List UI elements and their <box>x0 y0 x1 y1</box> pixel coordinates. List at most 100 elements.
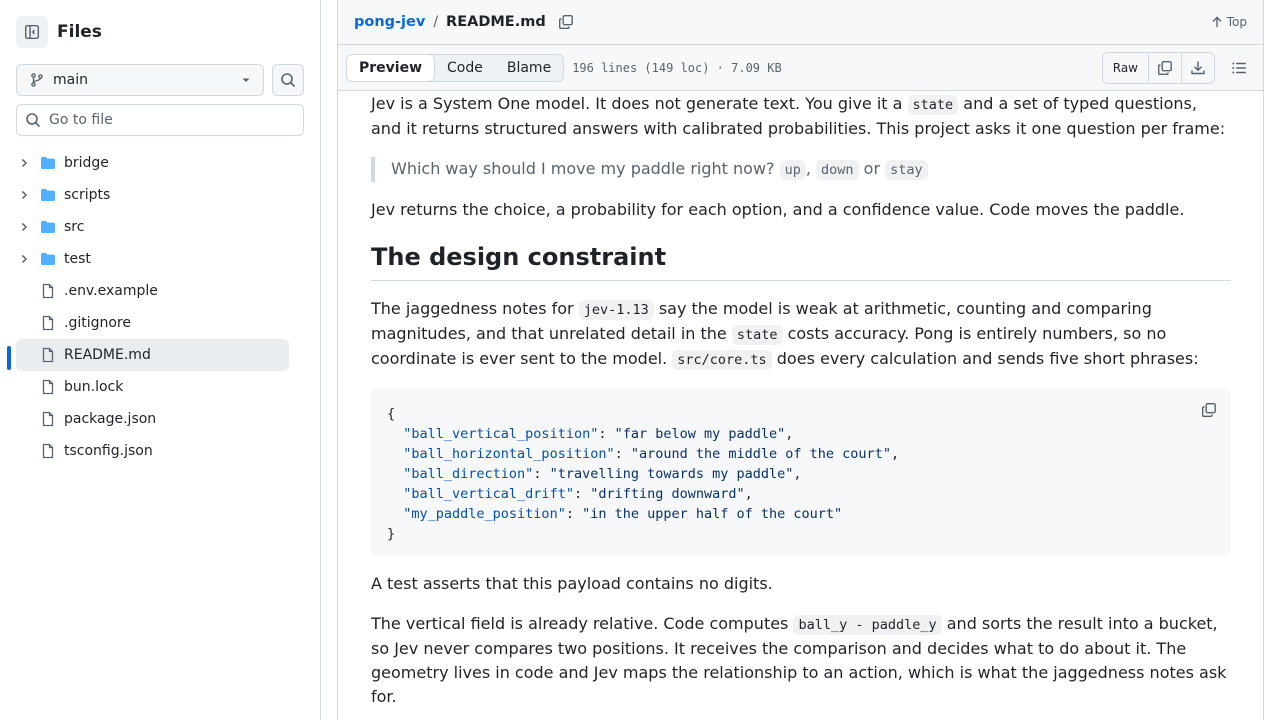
blockquote: Which way should I move my paddle right … <box>371 157 1231 182</box>
code-block: { "ball_vertical_position": "far below m… <box>371 388 1231 556</box>
tree-file-env-example[interactable]: .env.example <box>16 275 289 307</box>
tree-item-label: package.json <box>64 411 157 427</box>
code-line: "my_paddle_position": "in the upper half… <box>403 506 843 522</box>
json-key: "ball_horizontal_position" <box>403 446 615 462</box>
json-punct: , <box>785 426 794 442</box>
branch-selector[interactable]: main <box>16 64 264 96</box>
tree-file-readme[interactable]: README.md <box>7 339 289 371</box>
breadcrumb-file-name: README.md <box>446 14 546 30</box>
file-tree: bridge scripts src test .env.example .gi… <box>7 147 289 467</box>
chevron-right-icon <box>16 189 32 201</box>
tree-item-label: src <box>64 219 85 235</box>
json-value: "travelling towards my paddle" <box>549 466 794 482</box>
list-unordered-icon <box>1232 62 1246 73</box>
go-to-file-box <box>16 104 304 136</box>
chevron-right-icon <box>16 221 32 233</box>
code-line: "ball_vertical_position": "far below my … <box>403 426 794 442</box>
tree-item-label: scripts <box>64 187 111 203</box>
arrow-up-icon <box>1212 16 1222 27</box>
json-key: "ball_vertical_position" <box>403 426 599 442</box>
tree-item-label: test <box>64 251 91 267</box>
chevron-right-icon <box>16 253 32 265</box>
file-actions: Raw <box>1101 51 1255 84</box>
inline-code: ball_y - paddle_y <box>793 615 942 635</box>
tree-file-package-json[interactable]: package.json <box>16 403 289 435</box>
view-mode-tabs: Preview Code Blame <box>346 53 565 82</box>
download-icon <box>1191 61 1205 74</box>
search-icon <box>281 73 296 88</box>
sidebar-header: Files <box>16 16 102 48</box>
tree-file-tsconfig-json[interactable]: tsconfig.json <box>16 435 289 467</box>
folder-icon <box>40 251 56 267</box>
copy-raw-button[interactable] <box>1148 52 1181 83</box>
file-icon <box>40 315 56 331</box>
inline-code: down <box>816 160 859 180</box>
tree-item-label: bridge <box>64 155 109 171</box>
go-to-file-input[interactable] <box>49 112 289 128</box>
tree-item-label: .env.example <box>64 283 158 299</box>
top-link-label: Top <box>1226 15 1247 29</box>
back-to-top-link[interactable]: Top <box>1211 15 1247 29</box>
code-line: "ball_vertical_drift": "drifting downwar… <box>403 486 753 502</box>
outline-button[interactable] <box>1223 52 1255 84</box>
collapse-sidebar-button[interactable] <box>16 16 48 48</box>
text: Jev is a System One model. It does not g… <box>371 94 908 113</box>
tree-item-label: tsconfig.json <box>64 443 153 459</box>
file-info: 196 lines (149 loc) · 7.09 KB <box>572 60 782 75</box>
copy-path-button[interactable] <box>558 14 574 30</box>
tab-preview[interactable]: Preview <box>346 53 436 82</box>
folder-icon <box>40 155 56 171</box>
tree-folder-bridge[interactable]: bridge <box>16 147 289 179</box>
tab-code[interactable]: Code <box>435 55 495 81</box>
paragraph: Jev is a System One model. It does not g… <box>371 92 1231 141</box>
json-value: "drifting downward" <box>590 486 745 502</box>
tree-file-bun-lock[interactable]: bun.lock <box>16 371 289 403</box>
inline-code: up <box>779 160 806 180</box>
tab-blame[interactable]: Blame <box>495 55 563 81</box>
text: The jaggedness notes for <box>371 299 579 318</box>
raw-button[interactable]: Raw <box>1103 53 1148 83</box>
json-punct: , <box>890 446 900 462</box>
tree-folder-scripts[interactable]: scripts <box>16 179 289 211</box>
text: The vertical field is already relative. … <box>371 614 794 633</box>
json-value: "around the middle of the court" <box>630 446 891 462</box>
paragraph: A test asserts that this payload contain… <box>371 574 773 593</box>
json-value: "far below my paddle" <box>614 426 786 442</box>
code-line: } <box>387 526 396 542</box>
selected-indicator <box>7 346 11 370</box>
file-icon <box>40 347 56 363</box>
file-icon <box>40 411 56 427</box>
caret-down-icon <box>242 78 250 82</box>
text: or <box>858 159 886 178</box>
file-icon <box>40 379 56 395</box>
search-button[interactable] <box>272 64 304 96</box>
json-key: "ball_direction" <box>403 466 534 482</box>
paragraph: The jaggedness notes for jev-1.13 say th… <box>371 297 1231 372</box>
paragraph: Jev returns the choice, a probability fo… <box>371 200 1185 219</box>
copy-icon <box>1158 60 1172 75</box>
paragraph: The vertical field is already relative. … <box>371 612 1231 709</box>
markdown-body: Jev is a System One model. It does not g… <box>371 92 1231 720</box>
file-tree-sidebar: Files main bridge scripts src <box>0 0 321 720</box>
file-viewer: pong-jev / README.md Top Preview Code Bl… <box>337 0 1264 720</box>
breadcrumb-repo-link[interactable]: pong-jev <box>354 14 425 30</box>
json-value: "in the upper half of the court" <box>582 506 843 522</box>
json-key: "my_paddle_position" <box>403 506 566 522</box>
tree-file-gitignore[interactable]: .gitignore <box>16 307 289 339</box>
tree-folder-test[interactable]: test <box>16 243 289 275</box>
inline-code: state <box>731 325 783 345</box>
chevron-right-icon <box>16 157 32 169</box>
section-heading: The design constraint <box>371 242 1231 281</box>
download-raw-button[interactable] <box>1181 52 1214 83</box>
inline-code: state <box>907 95 959 115</box>
copy-code-button[interactable] <box>1201 402 1217 418</box>
copy-icon <box>558 15 573 29</box>
json-key: "ball_vertical_drift" <box>403 486 574 502</box>
folder-icon <box>40 187 56 203</box>
tree-item-label: README.md <box>64 347 151 363</box>
file-toolbar: Preview Code Blame 196 lines (149 loc) ·… <box>338 45 1263 91</box>
tree-folder-src[interactable]: src <box>16 211 289 243</box>
folder-icon <box>40 219 56 235</box>
branch-name: main <box>53 72 88 88</box>
code-line: { <box>387 406 396 422</box>
